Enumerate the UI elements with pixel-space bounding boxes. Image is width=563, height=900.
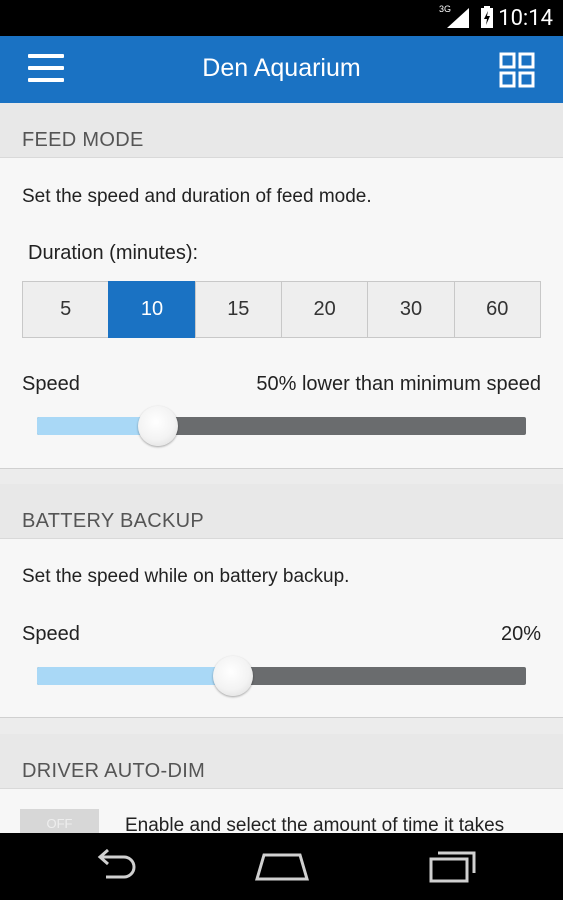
duration-label: Duration (minutes): bbox=[28, 242, 199, 264]
battery-speed-label: Speed bbox=[22, 623, 80, 645]
driver-auto-dim-title: DRIVER AUTO-DIM bbox=[22, 760, 206, 782]
page-title: Den Aquarium bbox=[202, 54, 361, 82]
recent-apps-icon[interactable] bbox=[428, 849, 478, 883]
feed-mode-card: Set the speed and duration of feed mode.… bbox=[0, 157, 563, 469]
duration-option-10[interactable]: 10 bbox=[108, 281, 196, 338]
back-icon[interactable] bbox=[88, 849, 138, 883]
duration-option-5[interactable]: 5 bbox=[22, 281, 110, 338]
driver-auto-dim-header: DRIVER AUTO-DIM bbox=[0, 734, 563, 788]
home-icon[interactable] bbox=[254, 849, 310, 883]
feed-speed-label: Speed bbox=[22, 373, 80, 395]
battery-backup-title: BATTERY BACKUP bbox=[22, 510, 205, 532]
battery-icon bbox=[481, 6, 493, 28]
duration-selector: 5 10 15 20 30 60 bbox=[22, 281, 541, 338]
battery-speed-value: 20% bbox=[500, 623, 541, 645]
duration-option-15[interactable]: 15 bbox=[194, 281, 282, 338]
feed-mode-title: FEED MODE bbox=[22, 129, 144, 151]
navigation-bar bbox=[0, 833, 563, 900]
clock: 10:14 bbox=[498, 6, 553, 31]
slider-fill bbox=[37, 667, 233, 685]
status-bar: 3G 10:14 bbox=[0, 0, 563, 36]
signal-icon bbox=[447, 8, 469, 28]
battery-speed-slider[interactable] bbox=[37, 656, 526, 696]
app-bar: Den Aquarium bbox=[0, 36, 563, 103]
duration-option-60[interactable]: 60 bbox=[453, 281, 541, 338]
duration-option-20[interactable]: 20 bbox=[280, 281, 369, 338]
duration-option-30[interactable]: 30 bbox=[367, 281, 455, 338]
slider-thumb[interactable] bbox=[212, 656, 253, 696]
feed-speed-value: 50% lower than minimum speed bbox=[256, 373, 541, 395]
battery-backup-card: Set the speed while on battery backup. S… bbox=[0, 538, 563, 718]
battery-backup-header: BATTERY BACKUP bbox=[0, 484, 563, 538]
feed-speed-slider[interactable] bbox=[37, 406, 526, 446]
battery-backup-description: Set the speed while on battery backup. bbox=[22, 566, 350, 587]
feed-mode-header: FEED MODE bbox=[0, 103, 563, 157]
grid-view-icon[interactable] bbox=[499, 52, 535, 88]
slider-thumb[interactable] bbox=[137, 406, 178, 446]
feed-mode-description: Set the speed and duration of feed mode. bbox=[22, 186, 372, 207]
